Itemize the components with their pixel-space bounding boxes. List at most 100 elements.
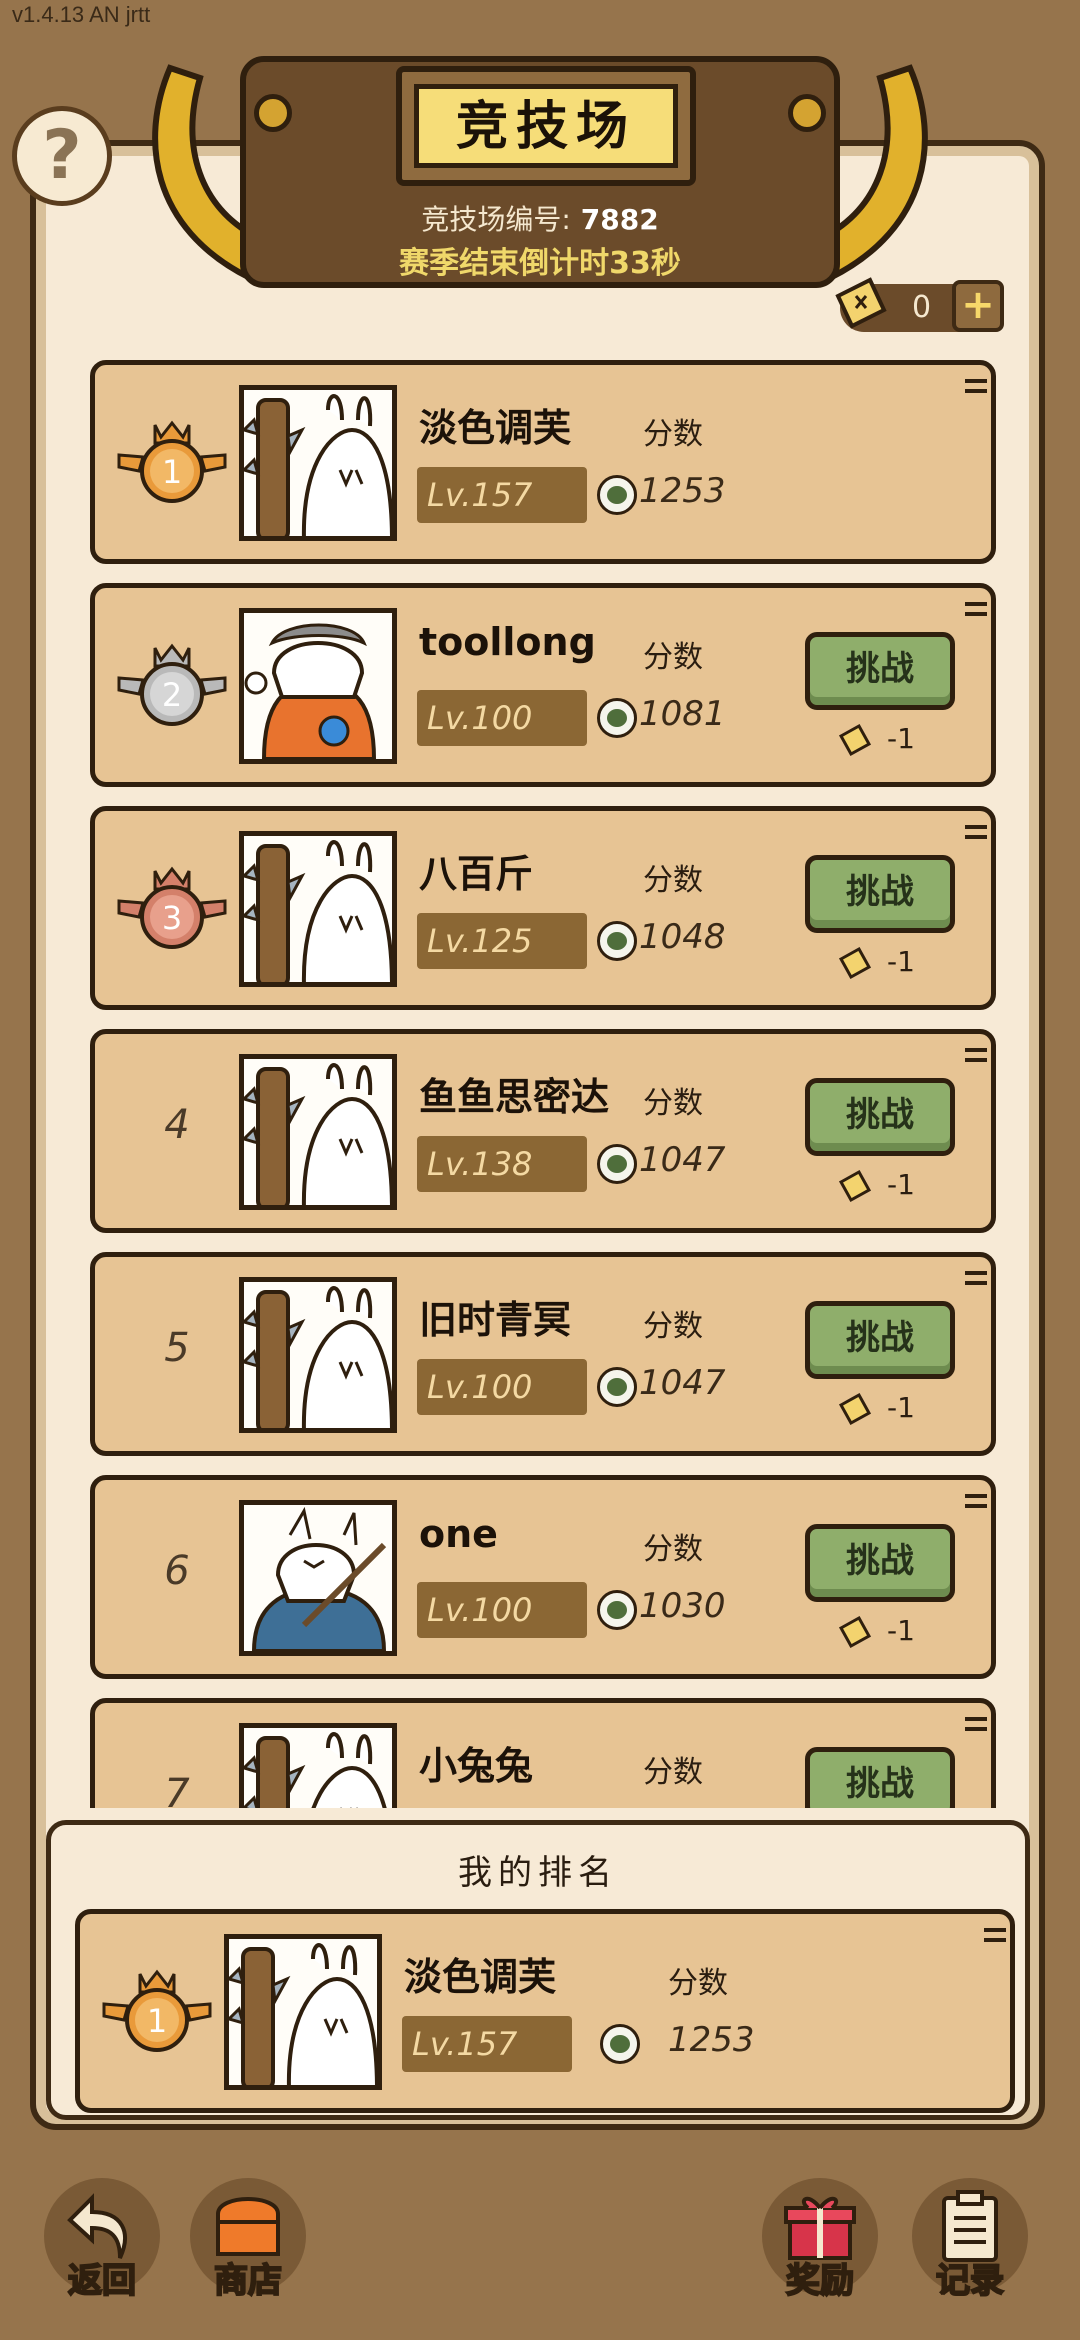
shop-button[interactable]: 商店 (190, 2178, 306, 2302)
player-name: 鱼鱼思密达 (419, 1075, 610, 1119)
player-score: 1081 (639, 694, 726, 734)
ticket-icon (838, 946, 872, 980)
ticket-count: 0 (912, 290, 932, 325)
score-coin-icon (597, 1590, 637, 1630)
corner-notch (965, 825, 987, 829)
ranking-list[interactable]: 1 淡色调芙 分数 Lv.157 1253 2 toollong 分数 Lv.100 1081 挑战… (90, 360, 1000, 1808)
player-name: 淡色调芙 (419, 406, 572, 450)
ranking-row: 7小兔兔分数挑战-1 (90, 1698, 996, 1808)
corner-notch (984, 1928, 1006, 1932)
player-name: 八百斤 (419, 852, 534, 896)
bolt-icon (788, 94, 826, 132)
records-label: 记录 (935, 2260, 1005, 2302)
records-button[interactable]: 记录 (912, 2178, 1028, 2302)
player-score: 1048 (639, 917, 726, 957)
score-label: 分数 (643, 417, 703, 452)
player-name: 旧时青冥 (419, 1298, 572, 1342)
my-ranking-panel: 我的排名 1 淡色调芙 分数 Lv.157 1253 (46, 1820, 1030, 2120)
challenge-cost: -1 (887, 1391, 915, 1424)
bolt-icon (254, 94, 292, 132)
ticket-icon (835, 277, 887, 329)
challenge-button[interactable]: 挑战 (805, 1301, 955, 1379)
back-label: 返回 (67, 2260, 137, 2302)
player-score: 1030 (639, 1586, 726, 1626)
rank-number: 7 (164, 1771, 190, 1808)
player-name: 小兔兔 (419, 1744, 534, 1788)
avatar (239, 1500, 397, 1656)
ticket-icon (838, 1392, 872, 1426)
player-level: Lv.100 (417, 690, 587, 746)
player-level: Lv.157 (417, 467, 587, 523)
score-coin-icon (597, 698, 637, 738)
player-level: Lv.125 (417, 913, 587, 969)
shop-label: 商店 (213, 2260, 283, 2302)
avatar (239, 1277, 397, 1433)
score-label: 分数 (643, 1755, 703, 1790)
challenge-button[interactable]: 挑战 (805, 855, 955, 933)
player-name: 淡色调芙 (404, 1955, 557, 1999)
arena-id-label: 竞技场编号: (421, 203, 571, 236)
my-rank-number: 1 (147, 2002, 167, 2040)
challenge-cost: -1 (887, 1168, 915, 1201)
avatar (239, 1723, 397, 1808)
avatar (239, 385, 397, 541)
challenge-cost: -1 (887, 722, 915, 755)
ranking-row: 3 八百斤 分数 Lv.125 1048 挑战 -1 (90, 806, 996, 1010)
score-label: 分数 (668, 1966, 728, 2001)
avatar (224, 1934, 382, 2090)
rank-number: 1 (162, 453, 182, 491)
challenge-cost: -1 (887, 1614, 915, 1647)
arena-id-value: 7882 (580, 203, 659, 236)
avatar (239, 831, 397, 987)
corner-notch (965, 1494, 987, 1498)
my-ranking-title: 我的排名 (458, 1853, 618, 1893)
player-level: Lv.157 (402, 2016, 572, 2072)
challenge-button[interactable]: 挑战 (805, 1524, 955, 1602)
arena-header: 竞技场 竞技场编号: 7882 赛季结束倒计时33秒 (240, 56, 840, 288)
avatar (239, 608, 397, 764)
challenge-button[interactable]: 挑战 (805, 1078, 955, 1156)
score-coin-icon (597, 921, 637, 961)
rank-2-medal-icon: 2 (117, 643, 227, 726)
ranking-row: 4 鱼鱼思密达 分数 Lv.138 1047 挑战 -1 (90, 1029, 996, 1233)
arena-id: 竞技场编号: 7882 (246, 198, 834, 238)
score-coin-icon (597, 1367, 637, 1407)
corner-notch (965, 1717, 987, 1721)
ticket-counter: 0 + (835, 277, 1004, 332)
score-label: 分数 (643, 1532, 703, 1567)
corner-notch (965, 379, 987, 383)
avatar (239, 1054, 397, 1210)
ranking-row: 6 one 分数 Lv.100 1030 挑战 -1 (90, 1475, 996, 1679)
challenge-button[interactable]: 挑战 (805, 1747, 955, 1808)
rank-number: 3 (162, 899, 182, 937)
player-score: 1047 (639, 1140, 726, 1180)
rank-1-medal-icon: 1 (117, 420, 227, 503)
challenge-cost: -1 (887, 945, 915, 978)
player-name: toollong (419, 620, 596, 664)
gold-medal-icon: 1 (102, 1969, 212, 2052)
back-button[interactable]: 返回 (44, 2178, 160, 2302)
ticket-icon (838, 1169, 872, 1203)
rank-3-medal-icon: 3 (117, 866, 227, 949)
score-coin-icon (600, 2024, 640, 2064)
corner-notch (965, 1271, 987, 1275)
challenge-button[interactable]: 挑战 (805, 632, 955, 710)
title-plaque: 竞技场 (396, 66, 696, 186)
add-ticket-button[interactable]: + (952, 280, 1004, 332)
score-label: 分数 (643, 1309, 703, 1344)
player-level: Lv.138 (417, 1136, 587, 1192)
player-score: 1047 (639, 1363, 726, 1403)
ranking-row: 2 toollong 分数 Lv.100 1081 挑战 -1 (90, 583, 996, 787)
player-score: 1253 (668, 2020, 755, 2060)
ranking-row: 1 淡色调芙 分数 Lv.157 1253 (90, 360, 996, 564)
rewards-button[interactable]: 奖励 (762, 2178, 878, 2302)
my-ranking-row: 1 淡色调芙 分数 Lv.157 1253 (75, 1909, 1015, 2113)
player-score: 1253 (639, 471, 726, 511)
ticket-icon (838, 1615, 872, 1649)
page-title: 竞技场 (414, 84, 678, 168)
help-button[interactable]: ? (12, 106, 112, 206)
score-label: 分数 (643, 863, 703, 898)
season-countdown: 赛季结束倒计时33秒 (399, 246, 681, 281)
rewards-label: 奖励 (785, 2260, 855, 2302)
player-name: one (419, 1512, 498, 1556)
